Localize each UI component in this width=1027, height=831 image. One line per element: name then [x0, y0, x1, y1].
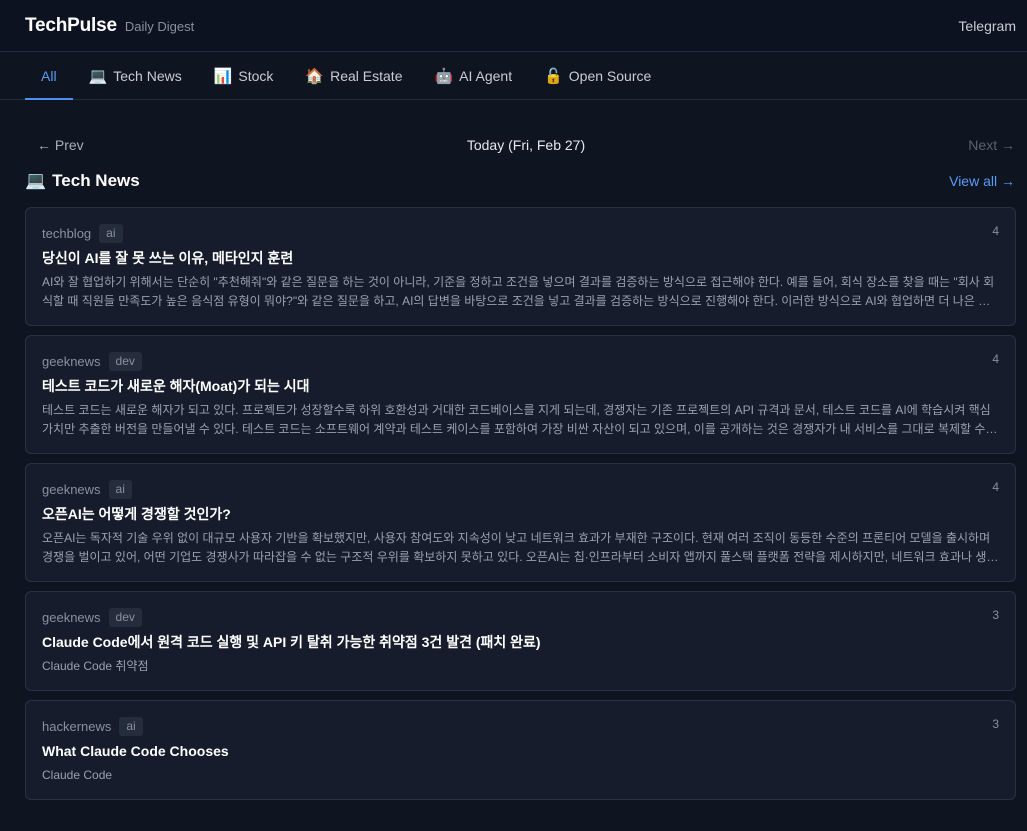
- article-score: 4: [992, 224, 999, 238]
- section-title-text: Tech News: [52, 171, 140, 190]
- article-tag: ai: [108, 479, 132, 499]
- tab-label: Tech News: [113, 67, 182, 84]
- section-title: 💻 Tech News: [25, 171, 140, 191]
- top-bar: TechPulse Daily Digest Telegram: [0, 0, 1027, 52]
- article-meta: geeknews dev: [42, 351, 999, 371]
- tab-label: All: [41, 67, 57, 84]
- article-score: 4: [992, 480, 999, 494]
- article-source: geeknews: [42, 609, 101, 625]
- article-source: hackernews: [42, 718, 112, 734]
- article-tag: dev: [108, 607, 142, 627]
- tab-open-source[interactable]: 🔓 Open Source: [528, 52, 667, 99]
- article-summary: 테스트 코드는 새로운 해자가 되고 있다. 프로젝트가 성장할수록 하위 호환…: [42, 403, 991, 436]
- article-card[interactable]: techblog ai 4 당신이 AI를 잘 못 쓰는 이유, 메타인지 훈련…: [25, 207, 1016, 326]
- article-tag: ai: [119, 716, 143, 736]
- laptop-icon: 💻: [88, 66, 108, 85]
- article-meta: geeknews dev: [42, 607, 999, 627]
- tab-label: AI Agent: [459, 67, 513, 84]
- article-source: geeknews: [42, 481, 101, 497]
- telegram-link[interactable]: Telegram: [958, 18, 1016, 34]
- article-meta: techblog ai: [42, 223, 999, 243]
- current-date: Today (Fri, Feb 27): [466, 137, 586, 153]
- tab-all[interactable]: All: [25, 52, 73, 100]
- date-navigation: ← Prev Today (Fri, Feb 27) Next →: [0, 135, 1027, 155]
- article-title[interactable]: What Claude Code Chooses: [42, 742, 999, 760]
- article-score: 4: [992, 352, 999, 366]
- article-summary: 오픈AI는 독자적 기술 우위 없이 대규모 사용자 기반을 확보했지만, 사용…: [42, 531, 998, 564]
- tab-label: Real Estate: [330, 67, 403, 84]
- category-tabs: All 💻 Tech News 📊 Stock 🏠 Real Estate 🤖 …: [0, 52, 1027, 100]
- article-list: techblog ai 4 당신이 AI를 잘 못 쓰는 이유, 메타인지 훈련…: [0, 207, 1027, 800]
- article-summary: AI와 잘 협업하기 위해서는 단순히 "추천해줘"와 같은 질문을 하는 것이…: [42, 275, 995, 308]
- unlock-icon: 🔓: [544, 66, 563, 85]
- view-all-link[interactable]: View all →: [949, 173, 1015, 189]
- article-card[interactable]: geeknews ai 4 오픈AI는 어떻게 경쟁할 것인가? 오픈AI는 독…: [25, 463, 1016, 582]
- article-source: techblog: [42, 225, 92, 241]
- article-tag: dev: [108, 351, 142, 371]
- article-title[interactable]: 당신이 AI를 잘 못 쓰는 이유, 메타인지 훈련: [42, 249, 999, 267]
- article-source: geeknews: [42, 353, 101, 369]
- article-meta: hackernews ai: [42, 716, 999, 736]
- article-meta: geeknews ai: [42, 479, 999, 499]
- article-score: 3: [992, 717, 999, 731]
- tab-ai-agent[interactable]: 🤖 AI Agent: [418, 52, 528, 99]
- brand[interactable]: TechPulse Daily Digest: [25, 15, 194, 37]
- article-card[interactable]: hackernews ai 3 What Claude Code Chooses…: [25, 700, 1016, 800]
- brand-name[interactable]: TechPulse: [25, 15, 117, 37]
- brand-subtitle: Daily Digest: [124, 18, 195, 34]
- tab-tech-news[interactable]: 💻 Tech News: [73, 52, 198, 99]
- article-card[interactable]: geeknews dev 3 Claude Code에서 원격 코드 실행 및 …: [25, 591, 1016, 691]
- house-icon: 🏠: [305, 66, 325, 85]
- article-title[interactable]: 오픈AI는 어떻게 경쟁할 것인가?: [42, 505, 999, 523]
- tab-label: Stock: [238, 67, 274, 84]
- tab-label: Open Source: [568, 67, 652, 84]
- tab-stock[interactable]: 📊 Stock: [198, 52, 290, 99]
- prev-day-button[interactable]: ← Prev: [37, 137, 84, 153]
- article-summary: Claude Code 취약점: [42, 659, 149, 673]
- section-header: 💻 Tech News View all →: [0, 166, 1027, 196]
- tab-real-estate[interactable]: 🏠 Real Estate: [289, 52, 418, 99]
- article-score: 3: [992, 608, 999, 622]
- laptop-icon: 💻: [25, 171, 47, 191]
- robot-icon: 🤖: [434, 66, 454, 85]
- article-summary: Claude Code: [42, 768, 113, 782]
- next-day-button[interactable]: Next →: [968, 137, 1015, 153]
- bar-chart-icon: 📊: [213, 66, 233, 85]
- article-tag: ai: [99, 223, 123, 243]
- article-card[interactable]: geeknews dev 4 테스트 코드가 새로운 해자(Moat)가 되는 …: [25, 335, 1016, 454]
- article-title[interactable]: 테스트 코드가 새로운 해자(Moat)가 되는 시대: [42, 377, 999, 395]
- article-title[interactable]: Claude Code에서 원격 코드 실행 및 API 키 탈취 가능한 취약…: [42, 633, 999, 651]
